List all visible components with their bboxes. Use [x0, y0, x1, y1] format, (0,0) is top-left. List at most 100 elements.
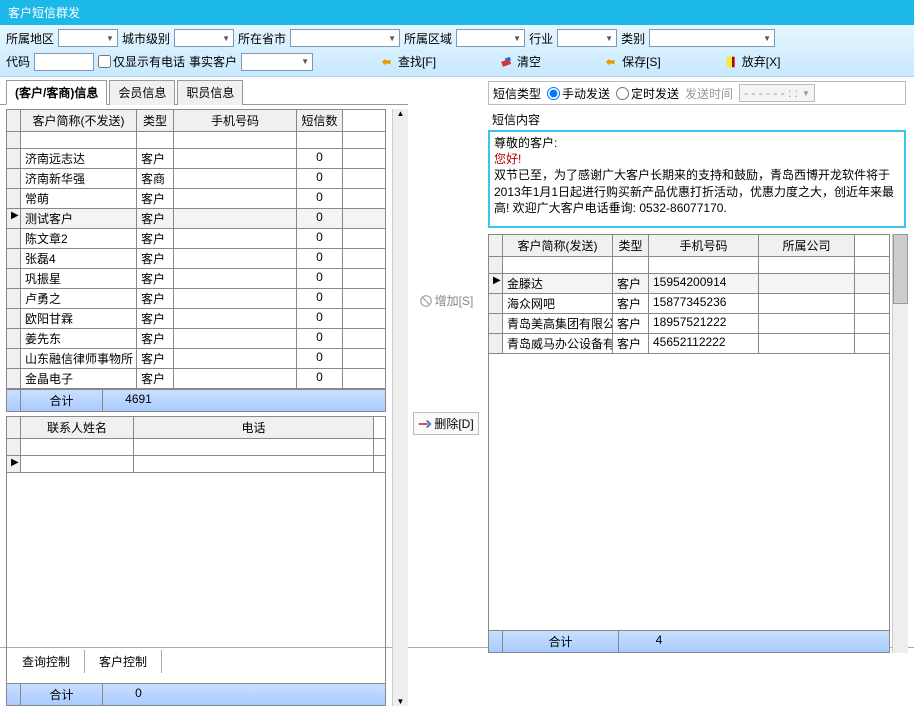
col-count[interactable]: 短信数: [297, 110, 343, 131]
window-title: 客户短信群发: [8, 6, 80, 20]
chevron-down-icon[interactable]: ▼: [298, 54, 312, 70]
col-name[interactable]: 客户简称(不发送): [21, 110, 137, 131]
col-type[interactable]: 类型: [613, 235, 649, 256]
table-row[interactable]: [7, 439, 385, 456]
region-combo[interactable]: ▼: [58, 29, 118, 47]
col-type[interactable]: 类型: [137, 110, 174, 131]
realcust-combo[interactable]: ▼: [241, 53, 313, 71]
middle-pane: 增加[S] 删除[D]: [408, 77, 484, 647]
table-row[interactable]: 姜先东客户0: [7, 329, 385, 349]
scrollbar[interactable]: [892, 234, 908, 653]
left-pane: (客户/客商)信息 会员信息 职员信息 客户简称(不发送) 类型 手机号码 短信…: [0, 77, 408, 647]
search-icon: [381, 55, 395, 69]
table-row[interactable]: 济南新华强客商0: [7, 169, 385, 189]
exit-icon: [725, 55, 739, 69]
table-row[interactable]: ▶金滕达客户15954200914: [489, 274, 889, 294]
industry-combo[interactable]: ▼: [557, 29, 617, 47]
onlyphone-check[interactable]: [98, 55, 111, 68]
realcust-input[interactable]: [242, 54, 298, 70]
col-phone[interactable]: 手机号码: [649, 235, 759, 256]
col-contact-phone[interactable]: 电话: [134, 417, 374, 438]
right-grid-body: ▶金滕达客户15954200914海众网吧客户15877345236青岛美高集团…: [489, 257, 889, 354]
clear-button[interactable]: 清空: [496, 51, 545, 72]
table-row[interactable]: 济南远志达客户0: [7, 149, 385, 169]
scrollbar[interactable]: ▲ ▼: [392, 109, 408, 706]
left-grid-footer: 合计 4691: [7, 389, 385, 411]
tab-staff-info[interactable]: 职员信息: [177, 80, 243, 105]
discard-button[interactable]: 放弃[X]: [721, 51, 785, 72]
tab-member-info[interactable]: 会员信息: [109, 80, 175, 105]
district-combo[interactable]: ▼: [456, 29, 525, 47]
delete-icon: [418, 417, 432, 431]
right-grid-footer: 合计 4: [489, 630, 889, 652]
eraser-icon: [500, 55, 514, 69]
col-contact-name[interactable]: 联系人姓名: [21, 417, 134, 438]
tab-customer-control[interactable]: 客户控制: [85, 650, 162, 673]
chevron-down-icon[interactable]: ▼: [219, 30, 233, 46]
region-input[interactable]: [59, 30, 103, 46]
sendtime-input: - - - - - - : : ▼: [739, 84, 815, 102]
district-input[interactable]: [457, 30, 510, 46]
col-company[interactable]: 所属公司: [759, 235, 855, 256]
save-button[interactable]: 保存[S]: [601, 51, 665, 72]
right-pane: 短信类型 手动发送 定时发送 发送时间 - - - - - - : : ▼ 短信…: [484, 77, 914, 647]
table-row[interactable]: 海众网吧客户15877345236: [489, 294, 889, 314]
table-row[interactable]: [7, 132, 385, 149]
col-name[interactable]: 客户简称(发送): [503, 235, 613, 256]
right-grid[interactable]: 客户简称(发送) 类型 手机号码 所属公司 ▶金滕达客户15954200914海…: [488, 234, 890, 653]
save-icon: [605, 55, 619, 69]
chevron-down-icon[interactable]: ▼: [385, 30, 399, 46]
timed-radio[interactable]: 定时发送: [616, 85, 679, 102]
filter-bar: 所属地区 ▼ 城市级别 ▼ 所在省市 ▼ 所属区域 ▼ 行业 ▼ 类别 ▼ 代码…: [0, 25, 914, 77]
district-label: 所属区域: [404, 30, 452, 47]
citylevel-input[interactable]: [175, 30, 219, 46]
table-row[interactable]: 金晶电子客户0: [7, 369, 385, 389]
tab-query-control[interactable]: 查询控制: [8, 650, 85, 673]
category-input[interactable]: [650, 30, 760, 46]
table-row[interactable]: [489, 257, 889, 274]
tab-customer-info[interactable]: (客户/客商)信息: [6, 80, 107, 105]
table-row[interactable]: 巩振星客户0: [7, 269, 385, 289]
manual-radio[interactable]: 手动发送: [547, 85, 610, 102]
table-row[interactable]: 常萌客户0: [7, 189, 385, 209]
table-row[interactable]: 青岛美高集团有限公客户18957521222: [489, 314, 889, 334]
province-label: 所在省市: [238, 30, 286, 47]
col-marker: [7, 110, 21, 131]
category-label: 类别: [621, 30, 645, 47]
add-button[interactable]: 增加[S]: [416, 289, 477, 312]
region-label: 所属地区: [6, 30, 54, 47]
chevron-down-icon: ▼: [802, 89, 810, 98]
table-row[interactable]: 山东融信律师事物所客户0: [7, 349, 385, 369]
left-tabs: (客户/客商)信息 会员信息 职员信息: [0, 77, 408, 105]
code-input[interactable]: [34, 53, 94, 71]
chevron-down-icon[interactable]: ▼: [602, 30, 616, 46]
table-row[interactable]: 陈文章2客户0: [7, 229, 385, 249]
province-input[interactable]: [291, 30, 385, 46]
chevron-down-icon[interactable]: ▼: [510, 30, 524, 46]
province-combo[interactable]: ▼: [290, 29, 400, 47]
sendtime-label: 发送时间: [685, 85, 733, 102]
citylevel-label: 城市级别: [122, 30, 170, 47]
footer-total: 4691: [103, 390, 174, 411]
chevron-down-icon[interactable]: ▼: [103, 30, 117, 46]
table-row[interactable]: ▶: [7, 456, 385, 473]
table-row[interactable]: ▶测试客户客户0: [7, 209, 385, 229]
sms-textarea[interactable]: 尊敬的客户: 您好! 双节已至，为了感谢广大客户长期来的支持和鼓励，青岛西博开龙…: [488, 130, 906, 228]
contact-grid-footer: 合计 0: [7, 683, 385, 705]
industry-label: 行业: [529, 30, 553, 47]
footer-label: 合计: [21, 390, 103, 411]
table-row[interactable]: 青岛威马办公设备有客户45652112222: [489, 334, 889, 354]
table-row[interactable]: 卢勇之客户0: [7, 289, 385, 309]
right-grid-header: 客户简称(发送) 类型 手机号码 所属公司: [489, 235, 889, 257]
table-row[interactable]: 欧阳甘霖客户0: [7, 309, 385, 329]
citylevel-combo[interactable]: ▼: [174, 29, 234, 47]
left-grid[interactable]: 客户简称(不发送) 类型 手机号码 短信数 济南远志达客户0济南新华强客商0常萌…: [6, 109, 386, 412]
category-combo[interactable]: ▼: [649, 29, 775, 47]
delete-button[interactable]: 删除[D]: [413, 412, 478, 435]
onlyphone-checkbox[interactable]: 仅显示有电话: [98, 53, 185, 70]
col-phone[interactable]: 手机号码: [174, 110, 297, 131]
industry-input[interactable]: [558, 30, 602, 46]
table-row[interactable]: 张磊4客户0: [7, 249, 385, 269]
search-button[interactable]: 查找[F]: [377, 51, 440, 72]
chevron-down-icon[interactable]: ▼: [760, 30, 774, 46]
